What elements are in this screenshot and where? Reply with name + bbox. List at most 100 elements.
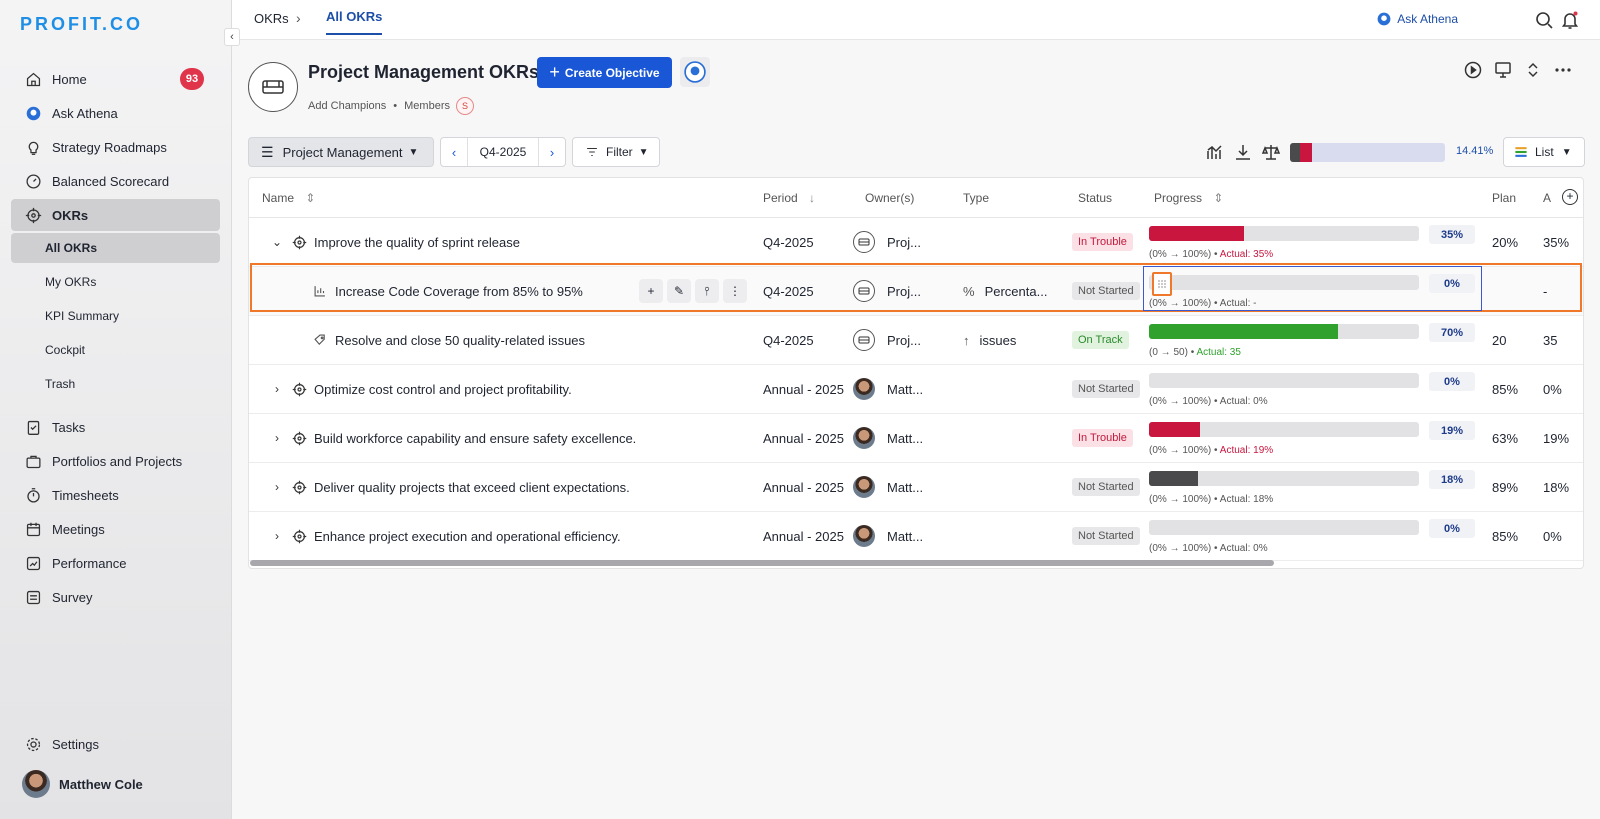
brand-logo[interactable]: PROFIT.CO [20, 14, 143, 35]
name-cell[interactable]: Resolve and close 50 quality-related iss… [313, 316, 585, 364]
owner-cell[interactable]: Proj... [853, 316, 921, 364]
owner-cell[interactable]: Matt... [853, 463, 923, 511]
progress-bar[interactable] [1149, 324, 1419, 339]
progress-value[interactable]: 0% [1429, 519, 1475, 538]
table-row[interactable]: Increase Code Coverage from 85% to 95% + ✎… [249, 267, 1583, 316]
sidebar-subitem-kpi-summary[interactable]: KPI Summary [11, 301, 220, 331]
analytics-icon[interactable] [1205, 142, 1225, 162]
sidebar-subitem-all-okrs[interactable]: All OKRs [11, 233, 220, 263]
search-icon[interactable] [1534, 10, 1554, 30]
progress-value[interactable]: 0% [1429, 274, 1475, 293]
sidebar-item-home[interactable]: Home 93 [11, 63, 220, 95]
sidebar-subitem-trash[interactable]: Trash [11, 369, 220, 399]
table-row[interactable]: ⌄ Improve the quality of sprint release Q4… [249, 218, 1583, 267]
okr-name[interactable]: Resolve and close 50 quality-related iss… [335, 333, 585, 348]
progress-bar[interactable] [1149, 373, 1419, 388]
table-row[interactable]: › Deliver quality projects that exceed cl… [249, 463, 1583, 512]
column-header-progress[interactable]: Progress ⇕ [1154, 191, 1223, 205]
balance-scale-icon[interactable] [1261, 142, 1281, 162]
okr-name[interactable]: Enhance project execution and operationa… [314, 529, 621, 544]
play-icon[interactable] [1463, 60, 1483, 80]
table-row[interactable]: › Enhance project execution and operation… [249, 512, 1583, 561]
name-cell[interactable]: › Deliver quality projects that exceed cl… [269, 463, 630, 511]
sidebar-item-tasks[interactable]: Tasks [11, 411, 220, 443]
drag-handle-icon[interactable] [1152, 272, 1172, 296]
create-objective-button[interactable]: + Create Objective [537, 57, 672, 88]
column-header-name[interactable]: Name ⇕ [262, 191, 315, 205]
members-link[interactable]: Members [404, 100, 450, 112]
download-icon[interactable] [1233, 142, 1253, 162]
progress-value[interactable]: 19% [1429, 421, 1475, 440]
view-toggle-button[interactable]: List ▼ [1503, 137, 1585, 167]
progress-bar[interactable] [1149, 226, 1419, 241]
okr-name[interactable]: Increase Code Coverage from 85% to 95% [335, 284, 583, 299]
progress-value[interactable]: 35% [1429, 225, 1475, 244]
group-select[interactable]: ☰ Project Management ▼ [248, 137, 434, 167]
expand-collapse-icon[interactable] [1523, 60, 1543, 80]
column-header-period[interactable]: Period ↓ [763, 191, 815, 205]
user-profile[interactable]: Matthew Cole [22, 770, 143, 798]
name-cell[interactable]: › Build workforce capability and ensure s… [269, 414, 636, 462]
progress-bar[interactable] [1149, 275, 1419, 290]
check-in-icon[interactable]: ⫯ [695, 279, 719, 303]
owner-cell[interactable]: Proj... [853, 218, 921, 266]
okr-name[interactable]: Build workforce capability and ensure sa… [314, 431, 636, 446]
period-value[interactable]: Q4-2025 [467, 138, 539, 166]
name-cell[interactable]: › Optimize cost control and project profi… [269, 365, 572, 413]
sidebar-item-portfolios[interactable]: Portfolios and Projects [11, 445, 220, 477]
column-header-type[interactable]: Type [963, 191, 989, 205]
sidebar-item-strategy-roadmaps[interactable]: Strategy Roadmaps [11, 131, 220, 163]
collapse-sidebar-button[interactable]: ‹ [224, 28, 240, 46]
sidebar-item-timesheets[interactable]: Timesheets [11, 479, 220, 511]
next-period-button[interactable]: › [539, 145, 565, 160]
sidebar-item-balanced-scorecard[interactable]: Balanced Scorecard [11, 165, 220, 197]
add-champions-link[interactable]: Add Champions [308, 100, 386, 112]
progress-bar[interactable] [1149, 471, 1419, 486]
progress-value[interactable]: 70% [1429, 323, 1475, 342]
okr-name[interactable]: Deliver quality projects that exceed cli… [314, 480, 630, 495]
name-cell[interactable]: › Enhance project execution and operation… [269, 512, 621, 560]
table-row[interactable]: › Optimize cost control and project profi… [249, 365, 1583, 414]
sidebar-item-okrs[interactable]: OKRs [11, 199, 220, 231]
chevron-right-icon[interactable]: › [269, 529, 285, 543]
chevron-down-icon[interactable]: ⌄ [269, 235, 285, 249]
column-header-status[interactable]: Status [1078, 191, 1112, 205]
tab-all-okrs[interactable]: All OKRs [326, 9, 383, 35]
column-header-actual[interactable]: A [1543, 191, 1551, 205]
table-row[interactable]: Resolve and close 50 quality-related iss… [249, 316, 1583, 365]
more-options-icon[interactable] [1553, 60, 1573, 80]
chevron-right-icon[interactable]: › [269, 480, 285, 494]
progress-bar[interactable] [1149, 422, 1419, 437]
okr-name[interactable]: Optimize cost control and project profit… [314, 382, 572, 397]
owner-cell[interactable]: Proj... [853, 267, 921, 315]
sidebar-item-settings[interactable]: Settings [11, 728, 220, 760]
chevron-right-icon[interactable]: › [269, 431, 285, 445]
column-header-owners[interactable]: Owner(s) [865, 191, 914, 205]
owner-cell[interactable]: Matt... [853, 512, 923, 560]
owner-cell[interactable]: Matt... [853, 365, 923, 413]
sidebar-item-ask-athena[interactable]: Ask Athena [11, 97, 220, 129]
progress-bar[interactable] [1149, 520, 1419, 535]
sidebar-subitem-cockpit[interactable]: Cockpit [11, 335, 220, 365]
bell-icon[interactable] [1560, 10, 1580, 30]
horizontal-scrollbar[interactable] [250, 560, 1274, 566]
progress-value[interactable]: 0% [1429, 372, 1475, 391]
column-header-plan[interactable]: Plan [1492, 191, 1516, 205]
edit-icon[interactable]: ✎ [667, 279, 691, 303]
previous-period-button[interactable]: ‹ [441, 145, 467, 160]
athena-assistant-button[interactable] [680, 57, 710, 87]
table-row[interactable]: › Build workforce capability and ensure s… [249, 414, 1583, 463]
name-cell[interactable]: ⌄ Improve the quality of sprint release [269, 218, 520, 266]
sidebar-subitem-my-okrs[interactable]: My OKRs [11, 267, 220, 297]
members-badge[interactable]: S [455, 97, 474, 115]
breadcrumb-okrs[interactable]: OKRs [254, 11, 289, 26]
sidebar-item-meetings[interactable]: Meetings [11, 513, 220, 545]
presentation-icon[interactable] [1493, 60, 1513, 80]
chevron-right-icon[interactable]: › [269, 382, 285, 396]
sidebar-item-performance[interactable]: Performance [11, 547, 220, 579]
add-column-button[interactable]: + [1562, 189, 1578, 205]
more-options-icon[interactable]: ⋮ [723, 279, 747, 303]
overall-progress-bar[interactable] [1290, 143, 1445, 162]
okr-name[interactable]: Improve the quality of sprint release [314, 235, 520, 250]
ask-athena-button[interactable]: Ask Athena [1376, 11, 1458, 27]
